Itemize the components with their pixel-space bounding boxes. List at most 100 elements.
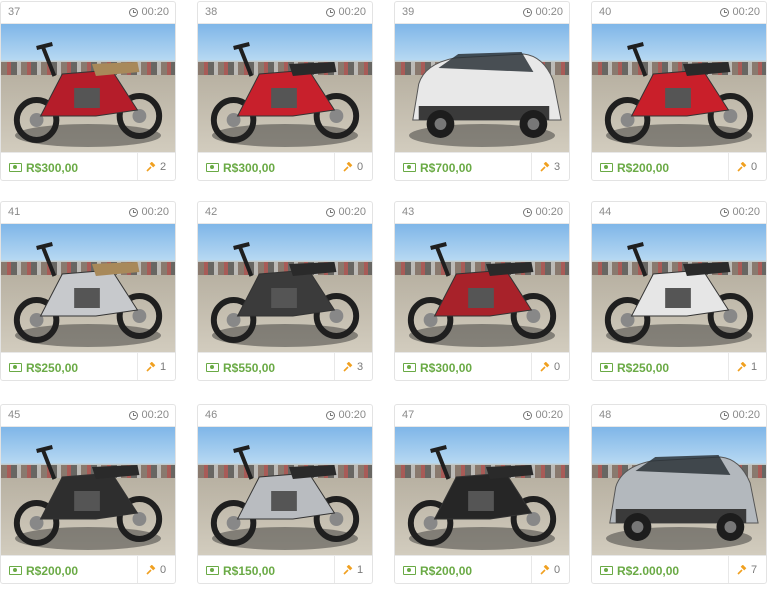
money-icon [9,163,22,172]
lot-number: 45 [8,409,21,421]
countdown-time: 00:20 [338,409,366,421]
lot-header: 42 00:20 [198,202,372,224]
lot-footer: R$2.000,00 7 [592,555,766,583]
vehicle-photo[interactable] [395,224,569,352]
lot-number: 37 [8,6,21,18]
bid-count: 0 [554,361,561,373]
gavel-icon [343,162,353,172]
money-icon [9,566,22,575]
bid-count: 1 [160,361,167,373]
clock-icon [523,7,533,17]
lot-header: 38 00:20 [198,2,372,24]
vehicle-photo[interactable] [1,224,175,352]
vehicle-photo[interactable] [592,24,766,152]
vehicle-photo[interactable] [1,427,175,555]
gavel-icon [737,162,747,172]
lot-card[interactable]: 41 00:20 R$250,00 1 [0,201,176,381]
vehicle-photo[interactable] [395,427,569,555]
vehicle-photo[interactable] [395,24,569,152]
countdown: 00:20 [129,409,169,421]
lot-number: 40 [599,6,612,18]
lot-card[interactable]: 43 00:20 R$300,00 0 [394,201,570,381]
current-price: R$250,00 [617,361,670,375]
lot-card[interactable]: 38 00:20 R$300,00 0 [197,1,373,181]
countdown: 00:20 [523,409,563,421]
lot-card[interactable]: 47 00:20 R$200,00 0 [394,404,570,584]
lot-number: 48 [599,409,612,421]
bids-box: 0 [334,153,372,180]
countdown: 00:20 [523,206,563,218]
bids-box: 0 [137,556,175,583]
countdown: 00:20 [720,206,760,218]
countdown: 00:20 [326,206,366,218]
clock-icon [129,7,139,17]
bid-count: 7 [751,564,758,576]
countdown-time: 00:20 [141,6,169,18]
bids-box: 1 [334,556,372,583]
lot-footer: R$250,00 1 [592,352,766,380]
lot-card[interactable]: 44 00:20 R$250,00 1 [591,201,767,381]
vehicle-photo[interactable] [198,224,372,352]
gavel-icon [146,565,156,575]
vehicle-photo[interactable] [592,224,766,352]
black-motorcycle-image [13,445,163,546]
current-price: R$2.000,00 [617,564,680,578]
price-box: R$2.000,00 [592,556,729,583]
vehicle-photo[interactable] [592,427,766,555]
clock-icon [326,7,336,17]
clock-icon [720,7,730,17]
money-icon [600,363,613,372]
price-box: R$300,00 [198,153,335,180]
money-icon [600,163,613,172]
lot-footer: R$250,00 1 [1,352,175,380]
bids-box: 2 [137,153,175,180]
vehicle-photo[interactable] [198,427,372,555]
gavel-icon [540,362,550,372]
lot-card[interactable]: 45 00:20 R$200,00 0 [0,404,176,584]
gavel-icon [343,565,353,575]
lot-card[interactable]: 42 00:20 R$550,00 3 [197,201,373,381]
silver-hatchback-image [609,455,759,541]
vehicle-photo[interactable] [1,24,175,152]
lot-footer: R$200,00 0 [395,555,569,583]
lot-header: 47 00:20 [395,405,569,427]
lot-card[interactable]: 48 00:20 R$2.000,00 7 [591,404,767,584]
current-price: R$300,00 [26,161,79,175]
white-hatchback-image [412,52,562,138]
current-price: R$300,00 [223,161,276,175]
bids-box: 3 [531,153,569,180]
red-motorcycle-image [407,242,557,343]
bid-count: 1 [751,361,758,373]
bids-box: 0 [728,153,766,180]
red-motorcycle-image [210,42,360,143]
current-price: R$200,00 [617,161,670,175]
lot-card[interactable]: 46 00:20 R$150,00 1 [197,404,373,584]
price-box: R$200,00 [395,556,532,583]
countdown: 00:20 [720,6,760,18]
clock-icon [129,410,139,420]
gavel-icon [540,565,550,575]
lot-number: 44 [599,206,612,218]
lot-card[interactable]: 37 00:20 R$300,00 2 [0,1,176,181]
lot-header: 41 00:20 [1,202,175,224]
bid-count: 0 [751,161,758,173]
clock-icon [326,410,336,420]
price-box: R$550,00 [198,353,335,380]
countdown-time: 00:20 [141,409,169,421]
lot-header: 43 00:20 [395,202,569,224]
countdown-time: 00:20 [338,206,366,218]
lot-card[interactable]: 40 00:20 R$200,00 0 [591,1,767,181]
vehicle-photo[interactable] [198,24,372,152]
lot-grid: 37 00:20 R$300,00 2 38 00:20 R$300,00 0 … [0,0,768,590]
lot-card[interactable]: 39 00:20 R$700,00 3 [394,1,570,181]
countdown: 00:20 [326,409,366,421]
money-icon [403,566,416,575]
lot-number: 43 [402,206,415,218]
lot-footer: R$150,00 1 [198,555,372,583]
money-icon [206,363,219,372]
countdown-time: 00:20 [535,206,563,218]
current-price: R$550,00 [223,361,276,375]
countdown-time: 00:20 [141,206,169,218]
gavel-icon [146,162,156,172]
clock-icon [720,207,730,217]
